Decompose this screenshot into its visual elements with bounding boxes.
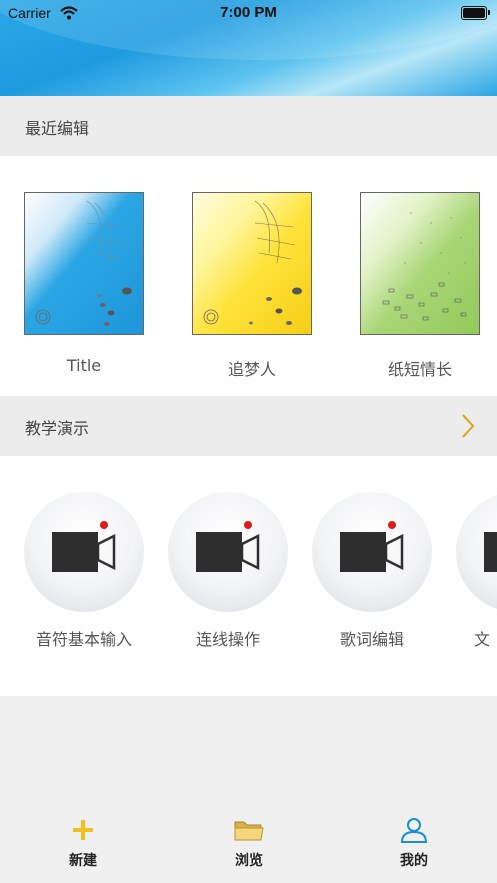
clock: 7:00 PM <box>220 4 277 21</box>
recent-list: Title 追梦人 纸短情长 <box>0 156 497 396</box>
tab-mine-label: 我的 <box>400 853 428 869</box>
demo-item-3-label: 歌词编辑 <box>339 630 404 649</box>
video-camera-icon <box>340 521 404 572</box>
recent-card-1[interactable] <box>24 192 144 335</box>
plus-icon <box>0 816 166 844</box>
score-thumbnail-blue <box>25 193 143 334</box>
tab-new[interactable]: 新建 <box>0 810 166 883</box>
demo-item-4-label: 文 <box>474 630 491 649</box>
chevron-right-icon[interactable] <box>461 413 475 443</box>
recent-card-3[interactable] <box>360 192 480 335</box>
demo-item-1-label: 音符基本输入 <box>35 630 132 649</box>
recent-card-2-label: 追梦人 <box>227 360 276 379</box>
recent-section-title: 最近编辑 <box>25 119 90 138</box>
video-camera-icon <box>196 521 260 572</box>
tab-bar: 新建 浏览 我的 <box>0 810 497 883</box>
folder-icon <box>166 816 332 844</box>
demo-section-header[interactable]: 教学演示 <box>0 396 497 456</box>
recent-card-1-label: Title <box>66 356 102 375</box>
score-thumbnail-green <box>361 193 479 334</box>
demo-thumbnail <box>24 492 144 612</box>
recent-card-3-label: 纸短情长 <box>387 360 452 379</box>
person-icon <box>331 816 497 844</box>
header-banner: Carrier 7:00 PM <box>0 0 497 96</box>
score-thumbnail-yellow <box>193 193 311 334</box>
demo-list: 音符基本输入 连线操作 歌词编辑 文 <box>0 456 497 696</box>
tab-browse-label: 浏览 <box>235 853 263 869</box>
status-bar: Carrier 7:00 PM <box>0 0 497 26</box>
tab-new-label: 新建 <box>69 853 97 869</box>
tab-mine[interactable]: 我的 <box>331 810 497 883</box>
battery-icon <box>461 6 490 20</box>
tab-browse[interactable]: 浏览 <box>166 810 332 883</box>
recent-card-2[interactable] <box>192 192 312 335</box>
recent-section-header: 最近编辑 <box>0 96 497 156</box>
video-camera-icon <box>484 532 497 572</box>
demo-thumbnail <box>168 492 288 612</box>
demo-thumbnail <box>312 492 432 612</box>
demo-section-title: 教学演示 <box>25 419 90 438</box>
demo-thumbnail <box>456 492 497 612</box>
demo-item-2-label: 连线操作 <box>195 630 260 649</box>
video-camera-icon <box>52 521 116 572</box>
